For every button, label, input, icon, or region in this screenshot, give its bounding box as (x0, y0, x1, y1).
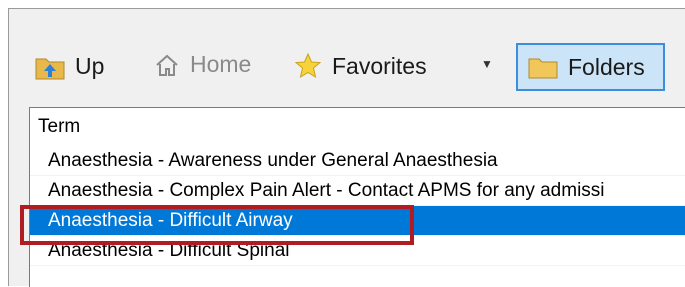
up-label: Up (75, 53, 105, 79)
toolbar: Up Home Favorites ▼ Folders (9, 9, 685, 109)
terms-list: Term Anaesthesia - Awareness under Gener… (29, 107, 685, 287)
home-button[interactable]: Home (154, 51, 251, 78)
list-item-selected[interactable]: Anaesthesia - Difficult Airway (30, 206, 685, 236)
up-button[interactable]: Up (35, 53, 104, 80)
favorites-label: Favorites (332, 52, 427, 79)
folders-button[interactable]: Folders (516, 43, 665, 91)
column-header-term[interactable]: Term (30, 108, 685, 146)
star-icon (294, 52, 322, 79)
list-item[interactable]: Anaesthesia - Difficult Spinal (30, 236, 685, 266)
favorites-dropdown[interactable]: ▼ (481, 57, 493, 71)
folders-label: Folders (568, 53, 645, 80)
folder-up-icon (35, 58, 65, 79)
favorites-button[interactable]: Favorites (294, 52, 427, 80)
chevron-down-icon: ▼ (481, 57, 493, 71)
list-item[interactable]: Anaesthesia - Complex Pain Alert - Conta… (30, 176, 685, 206)
terms-window: Up Home Favorites ▼ Folders Term Anaesth… (8, 8, 685, 287)
list-item[interactable]: Anaesthesia - Awareness under General An… (30, 146, 685, 176)
folder-icon (528, 58, 558, 79)
home-label: Home (190, 51, 252, 77)
home-icon (156, 54, 178, 76)
